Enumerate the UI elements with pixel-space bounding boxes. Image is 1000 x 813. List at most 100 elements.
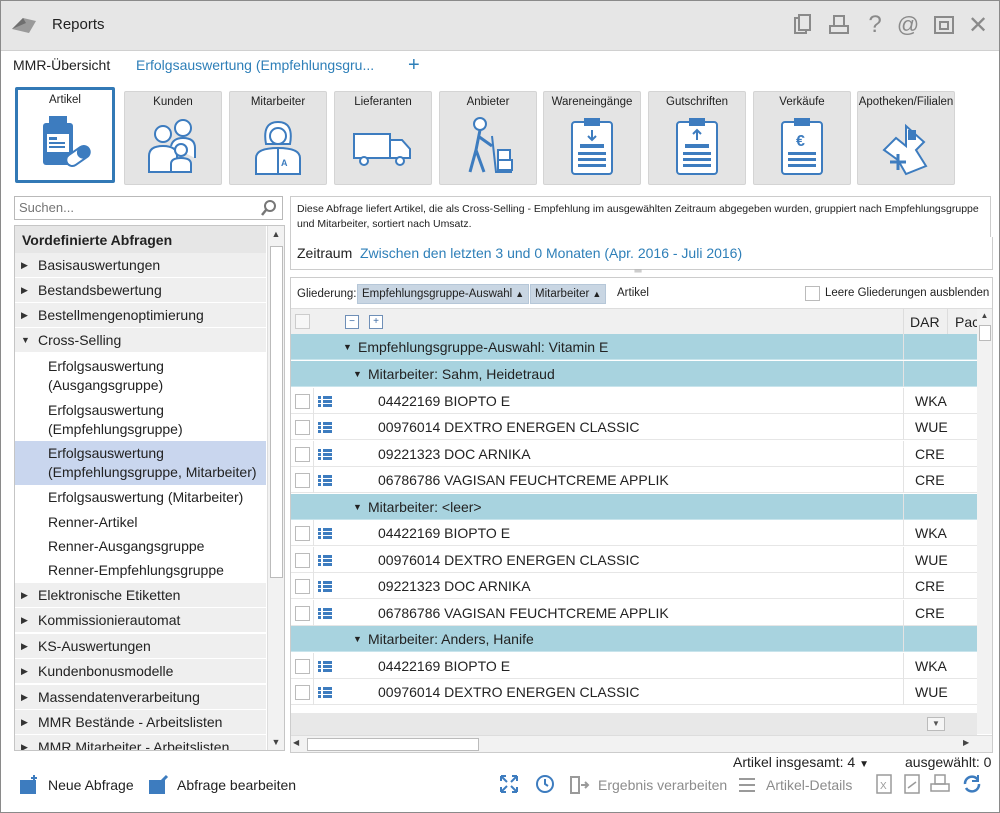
tree-item-erfolg-empfehlungsgruppe[interactable]: Erfolgsauswertung (Empfehlungsgruppe) <box>15 401 266 441</box>
list-details-icon[interactable] <box>318 607 332 619</box>
print-icon[interactable] <box>929 773 951 795</box>
footer-dropdown-icon[interactable]: ▼ <box>927 717 945 731</box>
table-row[interactable]: 04422169 BIOPTO E WKA <box>291 387 977 414</box>
row-checkbox[interactable] <box>295 685 310 700</box>
expand-view-icon[interactable] <box>498 773 520 795</box>
collapse-arrow-icon[interactable]: ▼ <box>343 342 352 352</box>
help-icon[interactable]: ? <box>861 11 889 39</box>
row-checkbox[interactable] <box>295 446 310 462</box>
row-checkbox[interactable] <box>295 552 310 568</box>
grid-vertical-scrollbar[interactable]: ▲ <box>977 309 992 734</box>
email-icon[interactable]: @ <box>894 11 922 39</box>
expand-arrow-icon[interactable]: ▶ <box>21 685 28 710</box>
tree-item-erfolg-mitarbeiter[interactable]: Erfolgsauswertung (Mitarbeiter) <box>15 488 266 510</box>
scroll-thumb[interactable] <box>270 246 283 578</box>
scroll-up-icon[interactable]: ▲ <box>977 309 992 323</box>
pdf-icon[interactable] <box>901 773 923 795</box>
expand-arrow-icon[interactable]: ▶ <box>21 303 28 328</box>
document-icon[interactable] <box>789 11 817 39</box>
expand-arrow-icon[interactable]: ▶ <box>21 278 28 303</box>
hide-empty-checkbox[interactable] <box>805 286 820 301</box>
category-apotheken-filialen[interactable]: Apotheken/Filialen <box>857 91 955 185</box>
row-checkbox[interactable] <box>295 393 310 409</box>
expand-arrow-icon[interactable]: ▶ <box>21 659 28 684</box>
scroll-left-icon[interactable]: ◀ <box>293 738 299 747</box>
expand-arrow-icon[interactable]: ▶ <box>21 608 28 633</box>
gliederung-chip-mitarbeiter[interactable]: Mitarbeiter ▲ <box>530 284 607 304</box>
tab-mmr-overview[interactable]: MMR-Übersicht <box>13 57 110 73</box>
list-details-icon[interactable] <box>318 475 332 486</box>
tree-node-kundenbonusmodelle[interactable]: ▶ Kundenbonusmodelle <box>15 659 266 684</box>
tree-node-ks-auswertungen[interactable]: ▶ KS-Auswertungen <box>15 634 266 659</box>
row-checkbox[interactable] <box>295 526 310 541</box>
tab-erfolgsauswertung[interactable]: Erfolgsauswertung (Empfehlungsgru... <box>136 57 374 73</box>
tree-item-erfolg-ausgangsgruppe[interactable]: Erfolgsauswertung (Ausgangsgruppe) <box>15 357 266 397</box>
column-pac[interactable]: Pac <box>955 314 979 330</box>
scroll-right-icon[interactable]: ▶ <box>963 738 969 747</box>
collapse-arrow-icon[interactable]: ▼ <box>353 369 362 379</box>
table-row[interactable]: 04422169 BIOPTO E WKA <box>291 652 977 679</box>
tree-item-renner-ausgangsgruppe[interactable]: Renner-Ausgangsgruppe <box>15 537 266 559</box>
expand-arrow-icon[interactable]: ▶ <box>21 583 28 608</box>
print-icon[interactable] <box>825 11 853 39</box>
tree-node-bestellmengenoptimierung[interactable]: ▶ Bestellmengenoptimierung <box>15 303 266 328</box>
article-details-button[interactable]: Artikel-Details <box>736 773 852 797</box>
scroll-down-icon[interactable]: ▼ <box>268 734 284 750</box>
tree-item-renner-empfehlungsgruppe[interactable]: Renner-Empfehlungsgruppe <box>15 561 266 583</box>
table-row[interactable]: 06786786 VAGISAN FEUCHTCREME APPLIK CRE <box>291 599 977 626</box>
table-row[interactable]: 04422169 BIOPTO E WKA <box>291 520 977 546</box>
tree-node-bestandsbewertung[interactable]: ▶ Bestandsbewertung <box>15 278 266 303</box>
category-wareneingaenge[interactable]: Wareneingänge <box>543 91 641 185</box>
category-anbieter[interactable]: Anbieter <box>439 91 537 185</box>
table-row[interactable]: 06786786 VAGISAN FEUCHTCREME APPLIK CRE <box>291 467 977 493</box>
row-checkbox[interactable] <box>295 473 310 488</box>
tree-node-massendatenverarbeitung[interactable]: ▶ Massendatenverarbeitung <box>15 685 266 710</box>
category-verkaeufe[interactable]: Verkäufe € <box>753 91 851 185</box>
excel-icon[interactable]: X <box>873 773 895 795</box>
dropdown-arrow-icon[interactable]: ▼ <box>859 759 869 770</box>
total-count[interactable]: Artikel insgesamt: 4 ▼ <box>733 754 869 770</box>
category-kunden[interactable]: Kunden <box>124 91 222 185</box>
tree-node-basisauswertungen[interactable]: ▶ Basisauswertungen <box>15 253 266 278</box>
gliederung-chip-empfehlungsgruppe[interactable]: Empfehlungsgruppe-Auswahl ▲ <box>357 284 530 304</box>
group-row[interactable]: ▼ Mitarbeiter: Sahm, Heidetraud <box>291 361 977 387</box>
column-dar[interactable]: DAR <box>910 314 940 330</box>
refresh-icon[interactable] <box>961 773 983 795</box>
scroll-thumb[interactable] <box>307 738 479 751</box>
group-row[interactable]: ▼ Empfehlungsgruppe-Auswahl: Vitamin E <box>291 334 977 360</box>
edit-query-button[interactable]: Abfrage bearbeiten <box>147 773 296 797</box>
collapse-arrow-icon[interactable]: ▼ <box>21 328 30 353</box>
table-row[interactable]: 00976014 DEXTRO ENERGEN CLASSIC WUE <box>291 679 977 705</box>
tree-item-renner-artikel[interactable]: Renner-Artikel <box>15 513 266 535</box>
search-icon[interactable] <box>260 199 278 217</box>
row-checkbox[interactable] <box>295 658 310 674</box>
tree-item-erfolg-empfehlungsgruppe-mitarbeiter[interactable]: Erfolgsauswertung (Empfehlungsgruppe, Mi… <box>15 441 266 485</box>
list-details-icon[interactable] <box>318 528 332 539</box>
list-details-icon[interactable] <box>318 554 332 566</box>
tree-node-mmr-mitarbeiter[interactable]: ▶ MMR Mitarbeiter - Arbeitslisten <box>15 735 266 750</box>
splitter-handle[interactable]: ═ <box>631 267 645 277</box>
expand-all-icon[interactable]: + <box>369 315 383 329</box>
tree-scrollbar[interactable]: ▲ ▼ <box>267 226 284 750</box>
collapse-all-icon[interactable]: − <box>345 315 359 329</box>
scroll-thumb[interactable] <box>979 325 991 341</box>
row-checkbox[interactable] <box>295 420 310 435</box>
category-gutschriften[interactable]: Gutschriften <box>648 91 746 185</box>
gliederung-chip-artikel[interactable]: Artikel <box>613 284 653 302</box>
list-details-icon[interactable] <box>318 448 332 460</box>
new-query-button[interactable]: Neue Abfrage <box>18 773 134 797</box>
tree-node-kommissionierautomat[interactable]: ▶ Kommissionierautomat <box>15 608 266 633</box>
process-result-button[interactable]: Ergebnis verarbeiten <box>568 773 727 797</box>
table-row[interactable]: 09221323 DOC ARNIKA CRE <box>291 440 977 467</box>
list-details-icon[interactable] <box>318 687 332 698</box>
tree-node-elektronische-etiketten[interactable]: ▶ Elektronische Etiketten <box>15 583 266 608</box>
window-icon[interactable] <box>930 11 958 39</box>
list-details-icon[interactable] <box>318 660 332 672</box>
expand-arrow-icon[interactable]: ▶ <box>21 634 28 659</box>
collapse-arrow-icon[interactable]: ▼ <box>353 634 362 644</box>
category-mitarbeiter[interactable]: Mitarbeiter A <box>229 91 327 185</box>
row-checkbox[interactable] <box>295 579 310 594</box>
clock-icon[interactable] <box>534 773 556 795</box>
table-row[interactable]: 09221323 DOC ARNIKA CRE <box>291 573 977 599</box>
expand-arrow-icon[interactable]: ▶ <box>21 735 28 750</box>
